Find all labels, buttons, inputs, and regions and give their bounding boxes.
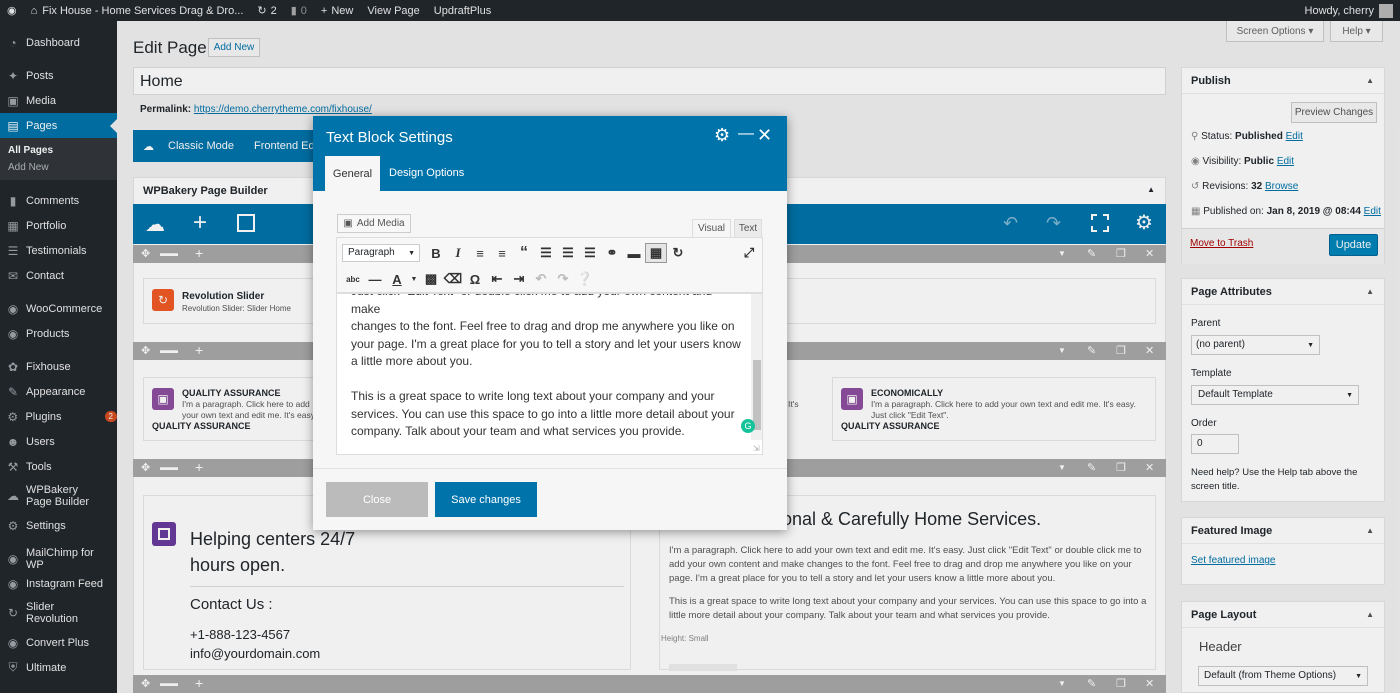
- italic-icon[interactable]: I: [447, 243, 469, 263]
- save-changes-button[interactable]: Save changes: [435, 482, 537, 517]
- align-center-icon[interactable]: ☰: [557, 243, 579, 263]
- blockquote-icon[interactable]: “: [513, 243, 535, 263]
- tab-general[interactable]: General: [325, 156, 380, 191]
- editor-text: Just click "Edit Text" or double click m…: [351, 294, 743, 441]
- media-icon: ▣: [343, 218, 353, 229]
- editor-line: Just click "Edit Text" or double click m…: [351, 294, 712, 316]
- bullet-list-icon[interactable]: ≡: [469, 243, 491, 263]
- paste-text-icon[interactable]: ▩: [420, 269, 442, 289]
- minimize-icon[interactable]: —: [738, 125, 754, 143]
- toolbar-row-1: B I ≡ ≡ “ ☰ ☰ ☰ ⚭ ▬ ▦ ↻: [425, 243, 689, 263]
- dropdown-arrow-icon[interactable]: ▼: [408, 269, 420, 289]
- text-block-settings-modal: Text Block Settings ⚙ — ✕ General Design…: [313, 116, 787, 530]
- grammarly-icon[interactable]: G: [741, 419, 755, 433]
- editor-line: This is a great space to write long text…: [351, 389, 715, 403]
- add-media-label: Add Media: [356, 218, 405, 229]
- align-right-icon[interactable]: ☰: [579, 243, 601, 263]
- dropdown-arrow-icon: ▼: [408, 250, 415, 257]
- editor-toolbar: Paragraph ▼ B I ≡ ≡ “ ☰ ☰ ☰ ⚭ ▬ ▦ ↻ ⤢ abc…: [336, 237, 763, 293]
- visual-tab[interactable]: Visual: [692, 219, 731, 237]
- modal-title: Text Block Settings: [326, 129, 453, 146]
- clear-formatting-icon[interactable]: ⌫: [442, 269, 464, 289]
- modal-settings-icon[interactable]: ⚙: [714, 125, 730, 146]
- add-media-button[interactable]: ▣ Add Media: [337, 214, 411, 233]
- outdent-icon[interactable]: ⇤: [486, 269, 508, 289]
- text-color-icon[interactable]: A: [386, 269, 408, 289]
- editor-content-area[interactable]: Just click "Edit Text" or double click m…: [336, 293, 763, 455]
- format-value: Paragraph: [348, 247, 395, 258]
- resize-handle-icon[interactable]: ⇲: [753, 444, 760, 453]
- editor-line: changes to the font. Feel free to drag a…: [351, 319, 735, 333]
- link-icon[interactable]: ⚭: [601, 243, 623, 263]
- close-icon[interactable]: ✕: [757, 125, 772, 146]
- scrollbar-thumb[interactable]: [753, 360, 761, 430]
- tab-design-options[interactable]: Design Options: [389, 167, 464, 179]
- bold-icon[interactable]: B: [425, 243, 447, 263]
- toolbar-row-2: abc — A ▼ ▩ ⌫ Ω ⇤ ⇥ ↶ ↷ ❔: [342, 269, 596, 289]
- format-select[interactable]: Paragraph ▼: [342, 244, 420, 262]
- wpbakery-insert-icon[interactable]: ↻: [667, 243, 689, 263]
- strikethrough-icon[interactable]: abc: [342, 269, 364, 289]
- read-more-icon[interactable]: ▬: [623, 243, 645, 263]
- align-left-icon[interactable]: ☰: [535, 243, 557, 263]
- toolbar-toggle-icon[interactable]: ▦: [645, 243, 667, 263]
- fullscreen-editor-icon[interactable]: ⤢: [738, 243, 760, 263]
- editor-line: your page. I'm a great place for you to …: [351, 336, 741, 351]
- editor-line: company. Talk about your team and what s…: [351, 424, 685, 438]
- close-button[interactable]: Close: [326, 482, 428, 517]
- numbered-list-icon[interactable]: ≡: [491, 243, 513, 263]
- horizontal-line-icon[interactable]: —: [364, 269, 386, 289]
- undo-icon[interactable]: ↶: [530, 269, 552, 289]
- modal-header: Text Block Settings ⚙ — ✕ General Design…: [313, 116, 787, 191]
- modal-footer-divider: [313, 468, 787, 469]
- editor-scrollbar[interactable]: [751, 294, 762, 440]
- special-character-icon[interactable]: Ω: [464, 269, 486, 289]
- editor-line: services. You can use this space to go i…: [351, 406, 735, 421]
- editor-line: a little more about you.: [351, 354, 473, 368]
- redo-icon[interactable]: ↷: [552, 269, 574, 289]
- help-icon[interactable]: ❔: [574, 269, 596, 289]
- text-tab[interactable]: Text: [734, 219, 762, 237]
- indent-icon[interactable]: ⇥: [508, 269, 530, 289]
